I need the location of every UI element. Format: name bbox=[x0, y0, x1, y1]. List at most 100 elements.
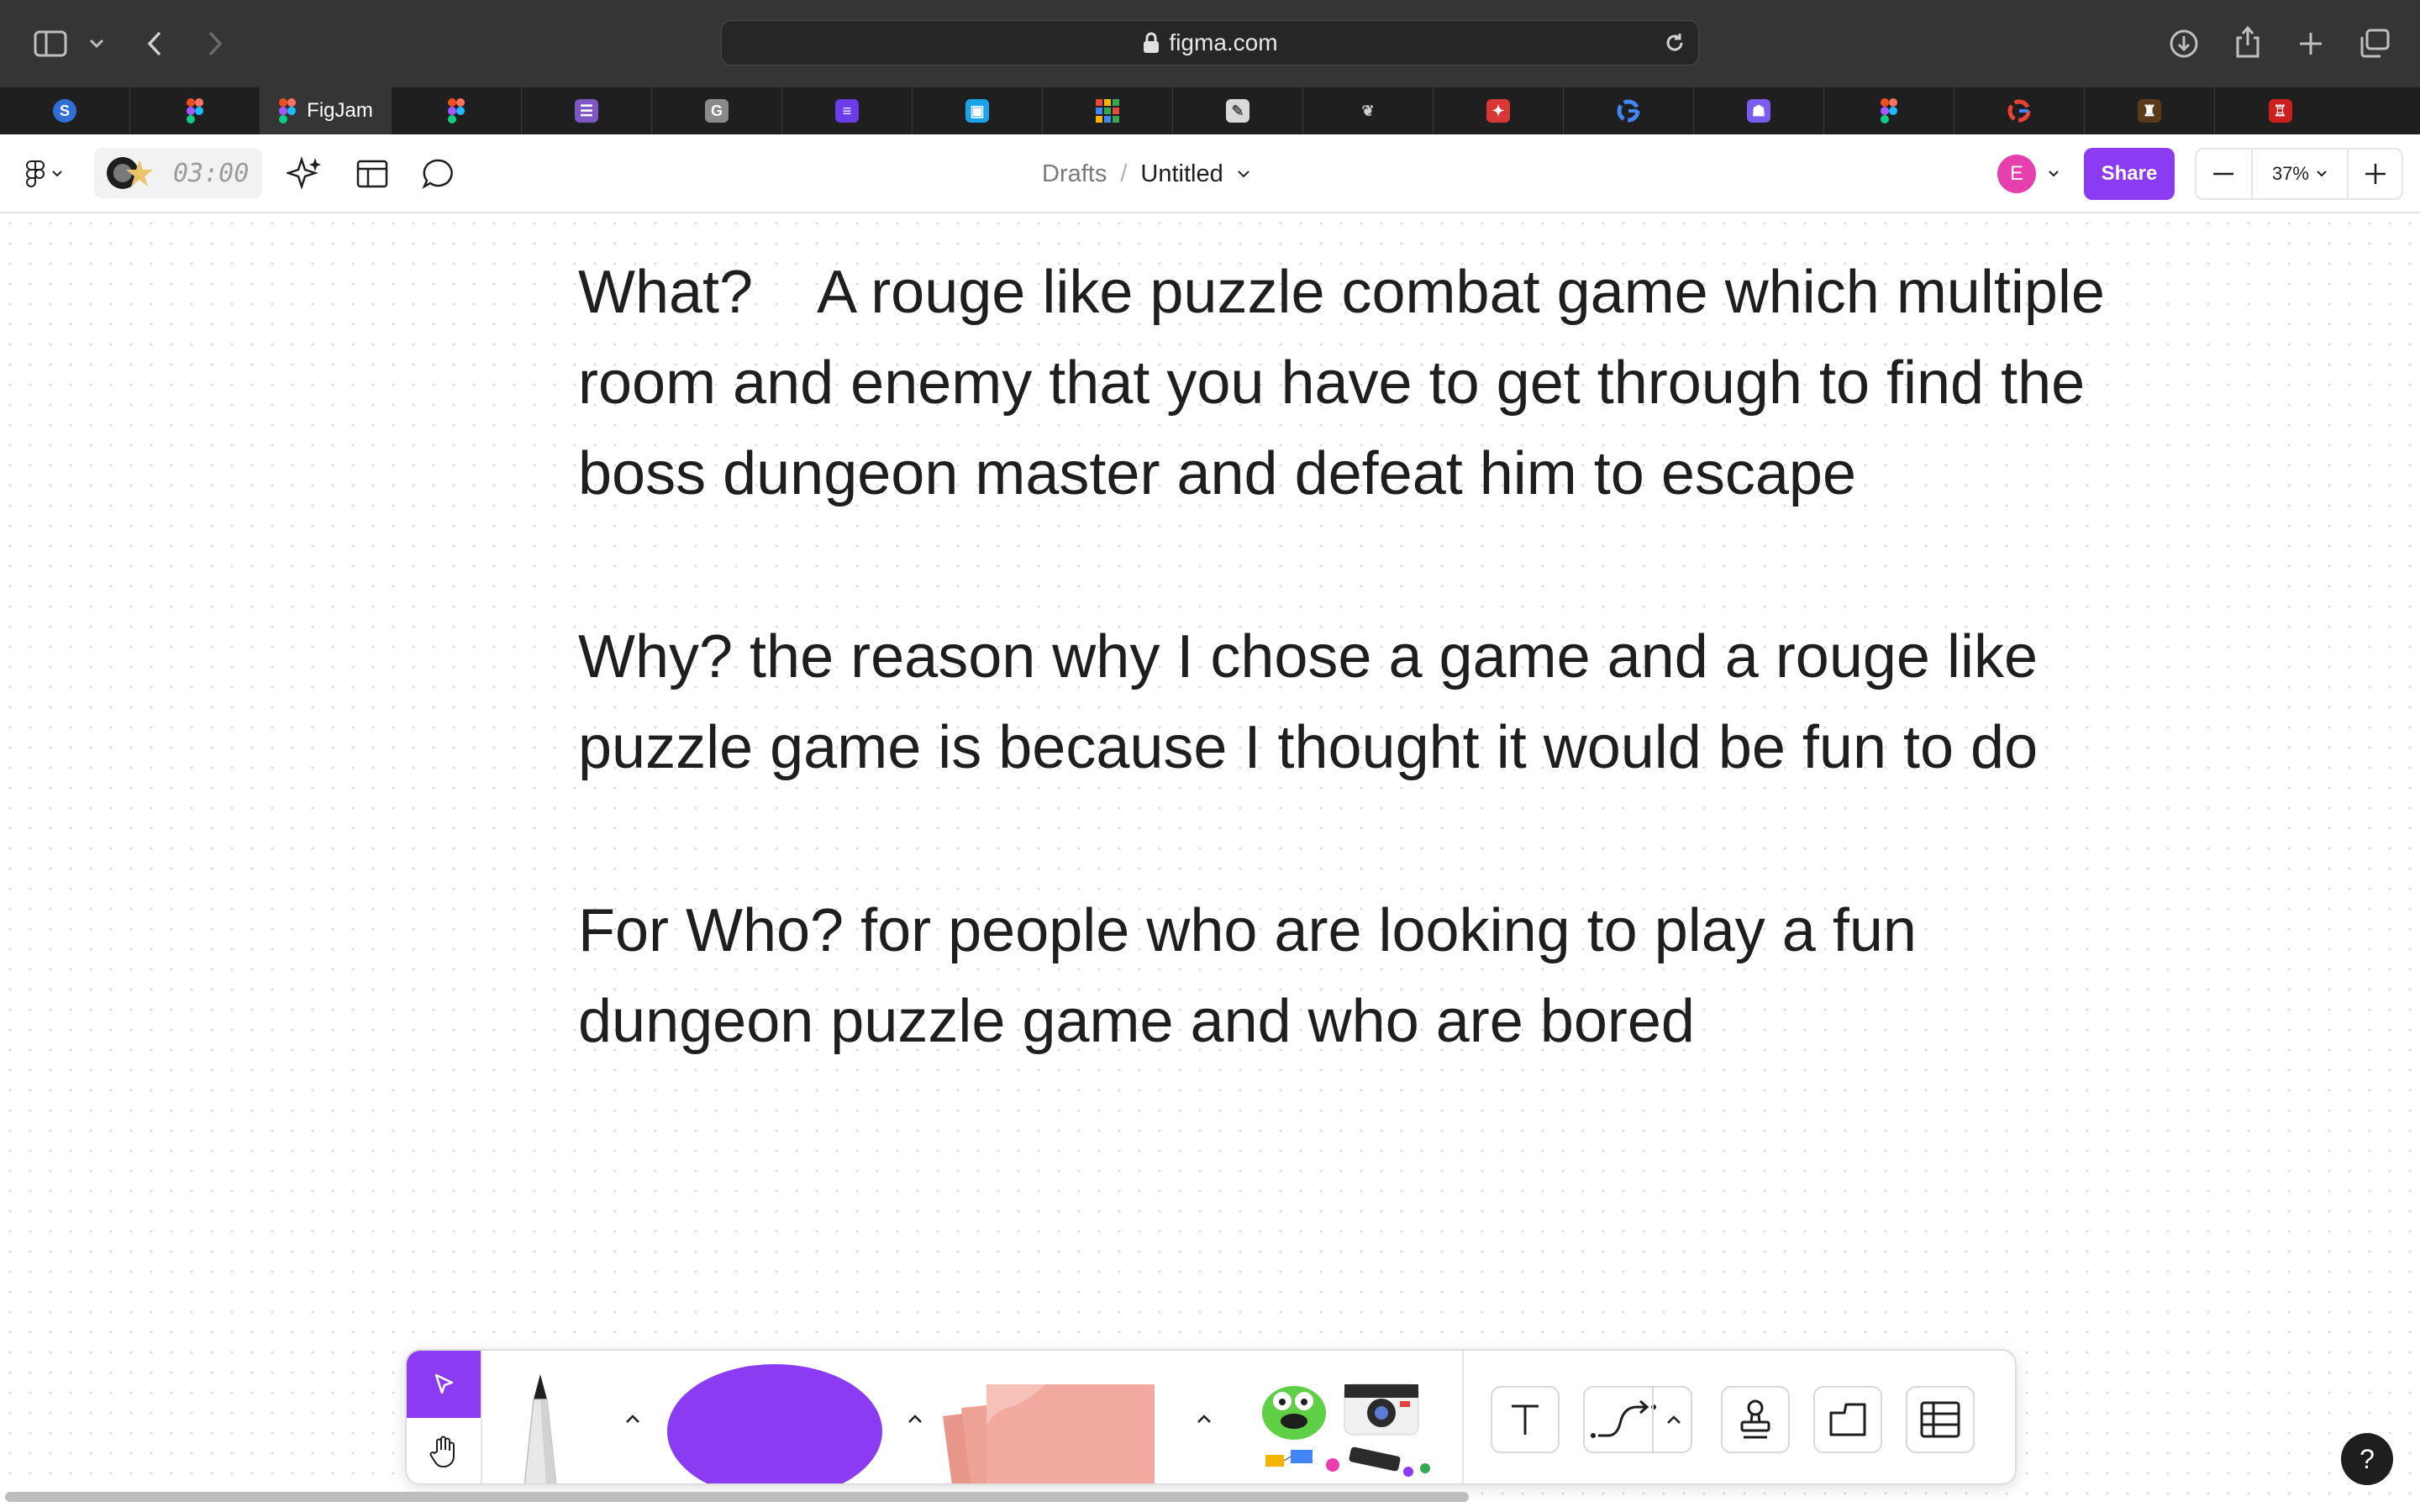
zoom-level-dropdown[interactable]: 37% bbox=[2253, 150, 2349, 198]
tab-17[interactable]: ♜ bbox=[2085, 87, 2215, 134]
section-tool[interactable] bbox=[1813, 1386, 1882, 1453]
tab-label: FigJam bbox=[307, 99, 373, 122]
file-name[interactable]: Untitled bbox=[1140, 160, 1223, 188]
horizontal-scrollbar[interactable] bbox=[5, 1492, 1469, 1502]
marker-icon bbox=[523, 1374, 557, 1483]
reload-icon[interactable] bbox=[1663, 31, 1686, 60]
ai-sparkle-icon[interactable] bbox=[284, 155, 324, 193]
timer-widget[interactable]: 03:00 bbox=[94, 148, 262, 198]
main-menu-button[interactable] bbox=[18, 156, 71, 192]
tab-7[interactable]: ≡ bbox=[782, 87, 913, 134]
tab-16[interactable] bbox=[1954, 87, 2085, 134]
download-icon[interactable] bbox=[2166, 25, 2202, 62]
what-paragraph: What? A rouge like puzzle combat game wh… bbox=[578, 259, 2122, 507]
stamp-tool[interactable] bbox=[1721, 1386, 1790, 1453]
text-block[interactable]: What? A rouge like puzzle combat game wh… bbox=[578, 247, 2107, 1159]
breadcrumb: Drafts / Untitled bbox=[1042, 155, 1250, 193]
chevron-up-icon[interactable] bbox=[1192, 1406, 1217, 1431]
sticker-widgets-icon bbox=[1265, 1446, 1430, 1477]
timer-text: 03:00 bbox=[173, 158, 250, 188]
shape-tool[interactable] bbox=[667, 1364, 882, 1483]
browser-toolbar: figma.com bbox=[0, 0, 2420, 87]
chevron-up-icon[interactable] bbox=[902, 1406, 928, 1431]
chevron-up-icon[interactable] bbox=[620, 1406, 645, 1431]
hand-tool[interactable] bbox=[407, 1418, 481, 1483]
board-canvas[interactable]: What? A rouge like puzzle combat game wh… bbox=[0, 213, 2420, 1512]
section-icon bbox=[1829, 1403, 1866, 1436]
avatar-initial: E bbox=[2009, 162, 2023, 185]
forward-icon[interactable] bbox=[202, 27, 229, 60]
figma-logo-icon bbox=[26, 160, 45, 187]
chevron-up-icon[interactable] bbox=[1665, 1415, 1682, 1425]
chevron-down-icon bbox=[2317, 171, 2327, 177]
g-letter-icon: G bbox=[705, 99, 729, 123]
figma-icon bbox=[279, 98, 297, 123]
text-icon bbox=[1512, 1404, 1539, 1435]
bird-icon: ❦ bbox=[1361, 102, 1375, 119]
connector-tool[interactable] bbox=[1583, 1386, 1692, 1453]
text-tool[interactable] bbox=[1491, 1386, 1560, 1453]
stickers-tool[interactable] bbox=[1257, 1376, 1450, 1483]
minus-icon bbox=[2213, 172, 2234, 176]
stamp-icon bbox=[1740, 1399, 1770, 1439]
chevron-down-icon[interactable] bbox=[1237, 170, 1250, 178]
for-who-paragraph: For Who? for people who are looking to p… bbox=[578, 897, 1917, 1055]
breadcrumb-separator: / bbox=[1120, 160, 1128, 187]
ghost-app-icon: ☗ bbox=[1747, 99, 1770, 123]
dock-divider bbox=[1462, 1351, 1464, 1483]
tab-11[interactable]: ❦ bbox=[1303, 87, 1434, 134]
table-tool[interactable] bbox=[1906, 1386, 1975, 1453]
chevron-down-icon bbox=[2049, 171, 2059, 177]
paper-app-icon: ✎ bbox=[1226, 99, 1249, 123]
move-tool[interactable] bbox=[407, 1351, 481, 1418]
tab-1[interactable]: S bbox=[0, 87, 130, 134]
zoom-controls: 37% bbox=[2195, 148, 2403, 200]
lock-icon bbox=[1144, 32, 1160, 53]
tab-overview-icon[interactable] bbox=[2356, 25, 2393, 62]
tab-15[interactable] bbox=[1824, 87, 1954, 134]
user-avatar-menu[interactable]: E bbox=[1991, 153, 2065, 195]
address-bar[interactable]: figma.com bbox=[721, 20, 1699, 66]
tab-13[interactable] bbox=[1564, 87, 1694, 134]
url-text: figma.com bbox=[1169, 29, 1278, 55]
pointer-tools bbox=[407, 1351, 482, 1483]
app-toolbar: 03:00 Drafts / Untitled E Share 37% bbox=[0, 134, 2420, 213]
templates-icon[interactable] bbox=[353, 155, 392, 193]
list-app-icon: ≡ bbox=[835, 99, 859, 123]
tab-5[interactable]: ☰ bbox=[522, 87, 652, 134]
tab-9[interactable] bbox=[1043, 87, 1173, 134]
tab-6[interactable]: G bbox=[652, 87, 782, 134]
game-icon: ♜ bbox=[2138, 99, 2161, 123]
marker-tool[interactable] bbox=[519, 1374, 561, 1483]
tab-figjam[interactable]: FigJam bbox=[260, 87, 392, 134]
zoom-in-button[interactable] bbox=[2349, 150, 2402, 198]
google-forms-icon: ☰ bbox=[575, 99, 598, 123]
chevron-down-icon bbox=[52, 171, 62, 177]
figma-icon bbox=[187, 98, 203, 123]
tab-10[interactable]: ✎ bbox=[1173, 87, 1303, 134]
tab-14[interactable]: ☗ bbox=[1694, 87, 1824, 134]
sticker-monster-icon bbox=[1262, 1386, 1326, 1440]
chevron-down-icon[interactable] bbox=[86, 32, 108, 55]
zoom-out-button[interactable] bbox=[2196, 150, 2253, 198]
share-sheet-icon[interactable] bbox=[2230, 22, 2265, 62]
tab-18[interactable]: ♖ bbox=[2215, 87, 2345, 134]
new-tab-icon[interactable] bbox=[2294, 25, 2328, 62]
sidebar-toggle-icon[interactable] bbox=[32, 27, 69, 60]
cursor-icon bbox=[434, 1373, 454, 1394]
comment-icon[interactable] bbox=[418, 155, 457, 193]
tab-2[interactable] bbox=[130, 87, 260, 134]
share-button[interactable]: Share bbox=[2084, 148, 2175, 200]
back-icon[interactable] bbox=[141, 27, 168, 60]
tab-8[interactable]: ▣ bbox=[913, 87, 1043, 134]
tab-4[interactable] bbox=[392, 87, 522, 134]
sticker-camera-icon bbox=[1344, 1383, 1419, 1436]
breadcrumb-drafts[interactable]: Drafts bbox=[1042, 160, 1107, 188]
help-button[interactable]: ? bbox=[2341, 1433, 2393, 1485]
sticky-note-tool[interactable] bbox=[928, 1374, 1180, 1483]
s-circle-icon: S bbox=[53, 99, 76, 123]
sticky-note-icon bbox=[943, 1384, 1155, 1483]
google-icon bbox=[2007, 99, 2031, 123]
tab-strip: S FigJam ☰ G ≡ ▣ ✎ ❦ ✦ ☗ ♜ ♖ bbox=[0, 87, 2420, 134]
tab-12[interactable]: ✦ bbox=[1434, 87, 1564, 134]
